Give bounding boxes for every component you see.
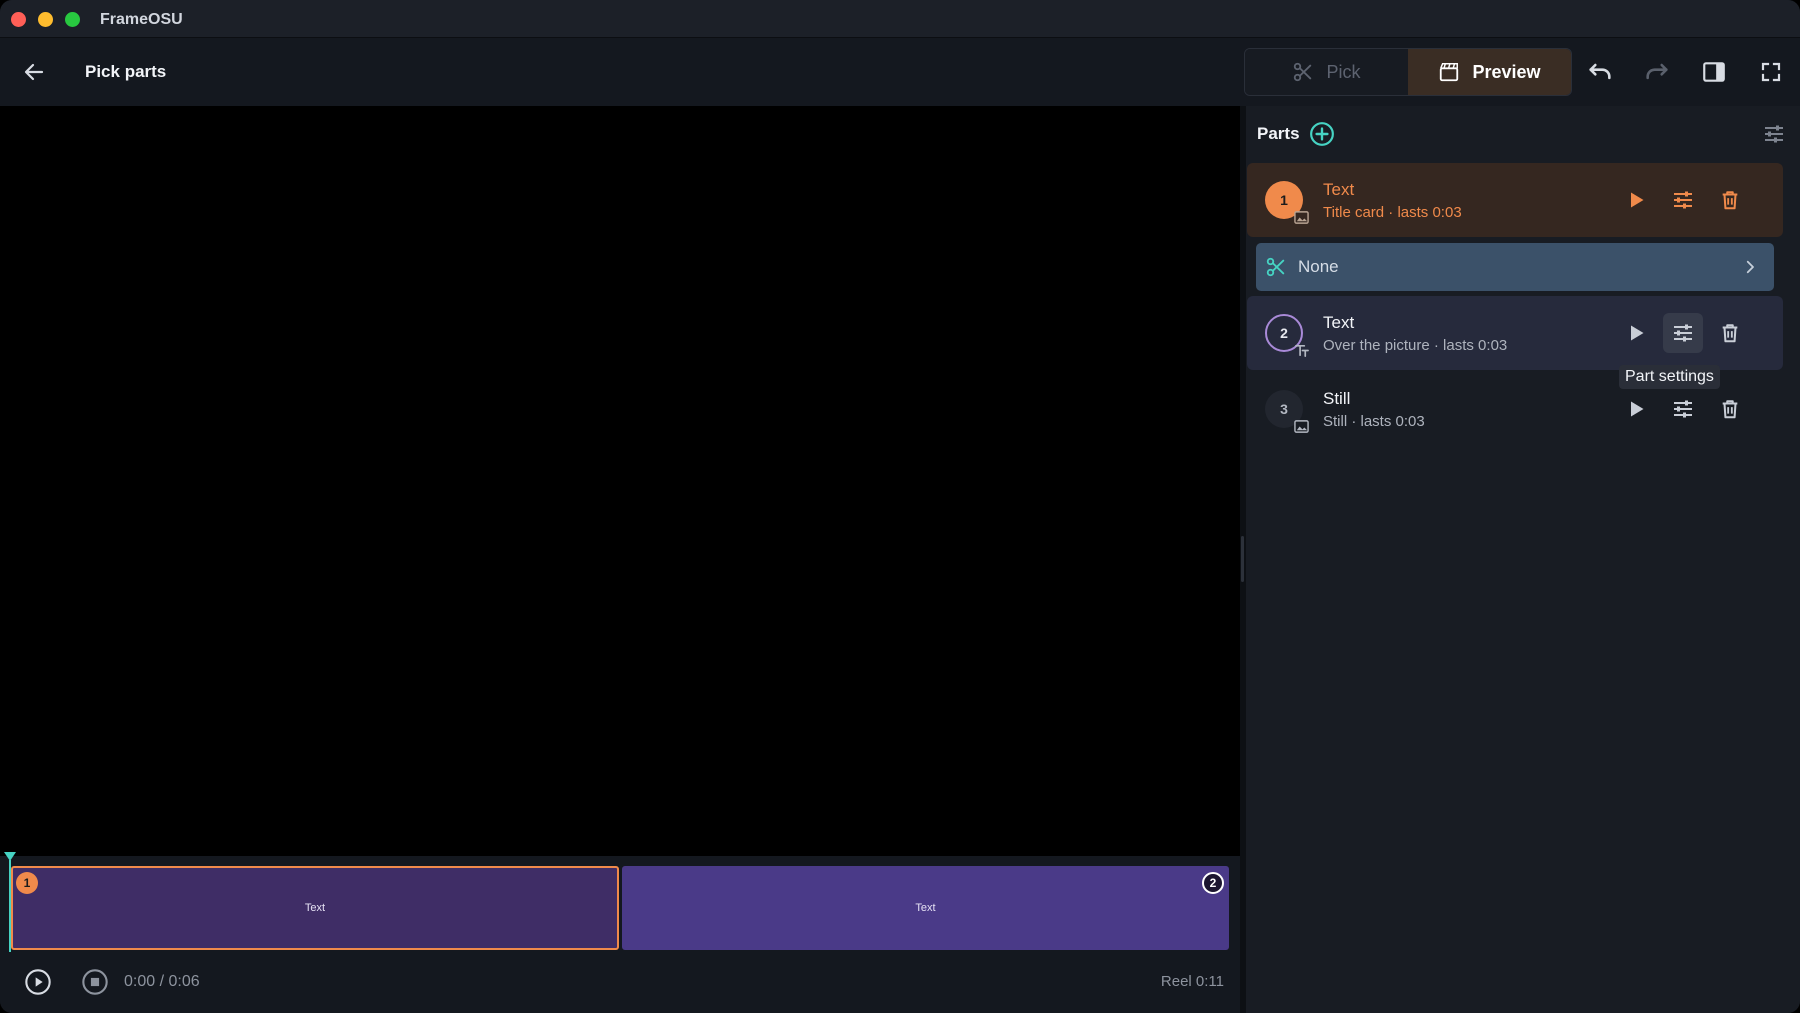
sidebar-toggle-icon: [1703, 62, 1725, 82]
image-icon: [1293, 418, 1309, 434]
timeline-clip-2[interactable]: 2 Text: [622, 866, 1229, 950]
part-row-1[interactable]: 1 Text Title card · lasts 0:03: [1247, 163, 1783, 237]
reel-duration: Reel 0:11: [1160, 973, 1224, 990]
image-icon: [1293, 209, 1309, 225]
clip-number-badge: 1: [16, 872, 38, 894]
clip-number-badge: 2: [1202, 872, 1224, 894]
close-window-button[interactable]: [11, 12, 26, 27]
mode-switch: Pick Preview: [1244, 48, 1572, 96]
part-settings-tooltip: Part settings: [1619, 365, 1720, 389]
fullscreen-button[interactable]: [1755, 56, 1787, 88]
play-icon: [1631, 401, 1644, 417]
add-part-button[interactable]: [1308, 120, 1336, 148]
text-overlay-icon: [1293, 342, 1309, 358]
back-button[interactable]: [18, 56, 50, 88]
scissors-icon: [1264, 255, 1288, 279]
preview-mode-button[interactable]: Preview: [1408, 49, 1571, 95]
part-subtitle: Over the picture · lasts 0:03: [1323, 337, 1508, 354]
pick-mode-button[interactable]: Pick: [1245, 49, 1408, 95]
undo-button[interactable]: [1584, 56, 1616, 88]
sliders-icon: [1674, 400, 1692, 418]
sliders-icon: [1674, 324, 1692, 342]
delete-part-button[interactable]: [1710, 389, 1750, 429]
preview-mode-label: Preview: [1472, 61, 1541, 82]
resize-handle[interactable]: [1241, 536, 1244, 582]
play-icon: [1631, 325, 1644, 341]
timeline: 1 Text 2 Text: [0, 852, 1246, 956]
app-title: FrameOSU: [100, 11, 183, 28]
redo-icon: [1646, 63, 1668, 80]
toggle-sidebar-button[interactable]: [1698, 56, 1730, 88]
clapperboard-icon: [1440, 63, 1459, 82]
parts-panel-header: Parts: [1246, 106, 1800, 162]
part-row-2[interactable]: 2 Text Over the picture · lasts 0:03: [1247, 296, 1783, 370]
play-part-button[interactable]: [1616, 389, 1656, 429]
part-settings-button[interactable]: [1663, 313, 1703, 353]
clip-label: Text: [915, 902, 936, 914]
back-arrow-icon: [24, 63, 44, 81]
preview-canvas[interactable]: [0, 106, 1240, 856]
play-part-button[interactable]: [1616, 180, 1656, 220]
stop-circle-icon: [82, 969, 108, 995]
redo-button[interactable]: [1641, 56, 1673, 88]
panel-options-button[interactable]: [1760, 120, 1788, 148]
minimize-window-button[interactable]: [38, 12, 53, 27]
delete-part-button[interactable]: [1710, 180, 1750, 220]
undo-icon: [1589, 63, 1611, 80]
sliders-icon: [1674, 191, 1692, 209]
time-code: 0:00 / 0:06: [124, 973, 200, 990]
play-button[interactable]: [22, 966, 54, 998]
stop-button[interactable]: [79, 966, 111, 998]
toolbar: Pick parts Pick Preview: [0, 38, 1800, 106]
zoom-window-button[interactable]: [65, 12, 80, 27]
pick-mode-label: Pick: [1326, 61, 1361, 82]
fullscreen-icon: [1761, 62, 1781, 82]
trash-icon: [1722, 400, 1738, 419]
playback-bar: 0:00 / 0:06 Reel 0:11: [0, 956, 1246, 1013]
part-settings-button[interactable]: [1663, 180, 1703, 220]
play-part-button[interactable]: [1616, 313, 1656, 353]
scissors-icon: [1294, 62, 1312, 82]
trash-icon: [1722, 324, 1738, 343]
page-title: Pick parts: [85, 62, 167, 81]
part-subtitle: Still · lasts 0:03: [1323, 413, 1425, 430]
part-settings-button[interactable]: [1663, 389, 1703, 429]
play-icon: [1631, 192, 1644, 208]
trash-icon: [1722, 191, 1738, 210]
play-circle-icon: [25, 969, 51, 995]
playhead-line[interactable]: [9, 860, 11, 952]
part-name: Text: [1323, 180, 1355, 199]
timeline-clip-1[interactable]: 1 Text: [11, 866, 619, 950]
transition-selector[interactable]: None: [1256, 243, 1774, 291]
delete-part-button[interactable]: [1710, 313, 1750, 353]
app-window: FrameOSU Pick parts Pick Preview 1 Text …: [0, 0, 1800, 1013]
part-name: Text: [1323, 313, 1355, 332]
parts-title: Parts: [1257, 124, 1300, 143]
sliders-icon: [1765, 125, 1783, 143]
add-circle-icon: [1310, 122, 1334, 146]
chevron-right-icon: [1738, 255, 1762, 279]
clip-label: Text: [304, 902, 326, 914]
title-bar: FrameOSU: [0, 0, 1800, 38]
part-name: Still: [1323, 389, 1351, 408]
playhead-marker-icon[interactable]: [4, 852, 16, 864]
transition-label: None: [1298, 257, 1339, 276]
parts-panel: Parts 1 Text Title card · lasts 0:03 Non…: [1246, 106, 1800, 1013]
part-subtitle: Title card · lasts 0:03: [1323, 204, 1462, 221]
